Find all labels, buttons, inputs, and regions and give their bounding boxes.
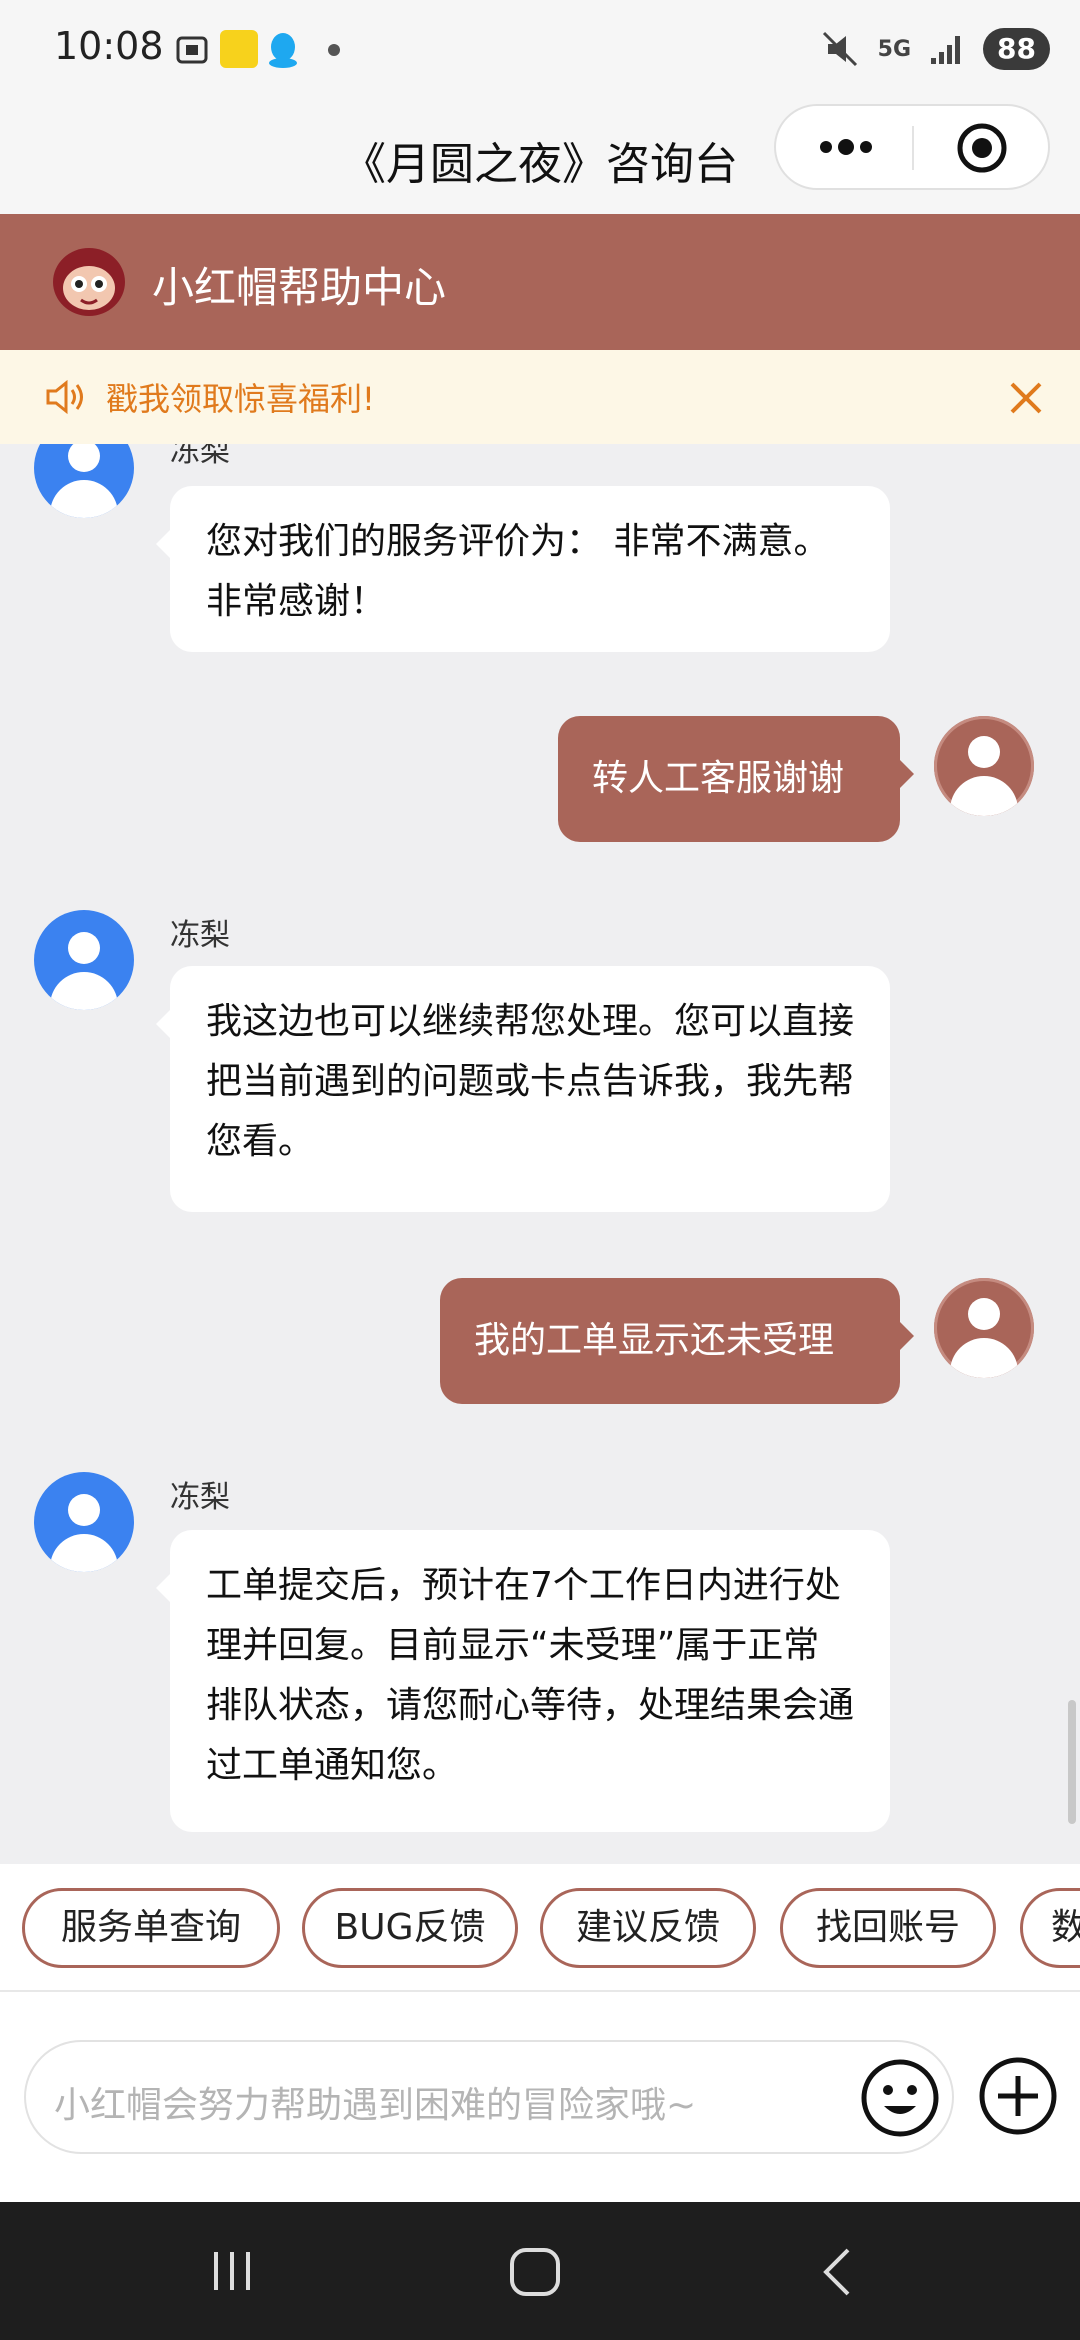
agent-name: 冻梨 xyxy=(170,444,230,469)
battery-level: 88 xyxy=(983,28,1050,70)
agent-avatar xyxy=(34,1472,134,1572)
miniprogram-capsule xyxy=(774,104,1050,190)
chip-recover-account[interactable]: 找回账号 xyxy=(780,1888,996,1968)
chip-bug-feedback[interactable]: BUG反馈 xyxy=(302,1888,518,1968)
mascot-logo xyxy=(53,248,125,316)
close-icon[interactable] xyxy=(1008,380,1044,416)
recent-apps-icon[interactable] xyxy=(208,2248,258,2294)
back-icon[interactable] xyxy=(818,2246,858,2298)
quick-actions: 服务单查询 BUG反馈 建议反馈 找回账号 数 xyxy=(0,1864,1080,1992)
help-center-title: 小红帽帮助中心 xyxy=(152,263,447,312)
emoji-icon[interactable] xyxy=(860,2058,940,2138)
network-type: 5G xyxy=(877,36,912,62)
agent-message: 我这边也可以继续帮您处理。您可以直接把当前遇到的问题或卡点告诉我，我先帮您看。 xyxy=(156,966,890,1212)
chip-service-order[interactable]: 服务单查询 xyxy=(22,1888,280,1968)
user-message: 转人工客服谢谢 xyxy=(558,716,914,842)
plus-icon[interactable] xyxy=(978,2056,1058,2136)
agent-avatar xyxy=(34,910,134,1010)
chip-more[interactable]: 数 xyxy=(1020,1888,1080,1968)
chat-scrollbar[interactable] xyxy=(1068,1700,1076,1824)
help-center-header: 小红帽帮助中心 xyxy=(0,214,1080,350)
message-input[interactable]: 小红帽会努力帮助遇到困难的冒险家哦~ xyxy=(24,2040,954,2154)
notice-banner[interactable]: 戳我领取惊喜福利! xyxy=(0,350,1080,444)
agent-name: 冻梨 xyxy=(170,918,230,953)
home-icon[interactable] xyxy=(508,2246,562,2298)
user-avatar xyxy=(934,716,1034,816)
mute-icon xyxy=(822,31,857,67)
agent-message: 工单提交后，预计在7个工作日内进行处理并回复。目前显示“未受理”属于正常排队状态… xyxy=(156,1530,890,1832)
status-bar: 10:08 5G 88 xyxy=(0,0,1080,100)
agent-avatar xyxy=(34,444,134,518)
miniprogram-titlebar: 《月圆之夜》咨询台 xyxy=(0,100,1080,214)
close-miniprogram-icon[interactable] xyxy=(956,122,1008,174)
user-avatar xyxy=(934,1278,1034,1378)
agent-name: 冻梨 xyxy=(170,1480,230,1515)
chat-area[interactable]: 冻梨 您对我们的服务评价为： 非常不满意。非常感谢！ 转人工客服谢谢 冻梨 我这… xyxy=(0,444,1080,1864)
notice-text[interactable]: 戳我领取惊喜福利! xyxy=(106,374,375,420)
user-message: 我的工单显示还未受理 xyxy=(440,1278,914,1404)
signal-icon xyxy=(931,36,961,64)
status-right: 5G 88 xyxy=(820,28,1050,70)
capsule-divider xyxy=(912,126,914,170)
agent-message: 您对我们的服务评价为： 非常不满意。非常感谢！ xyxy=(156,486,890,652)
app-badge-icon xyxy=(220,30,258,68)
chip-suggestion[interactable]: 建议反馈 xyxy=(540,1888,756,1968)
screenshot-icon xyxy=(176,36,208,64)
more-icon[interactable] xyxy=(816,132,876,162)
qq-icon xyxy=(269,33,297,68)
system-navbar xyxy=(0,2202,1080,2340)
input-bar: 小红帽会努力帮助遇到困难的冒险家哦~ xyxy=(0,1992,1080,2202)
speaker-icon xyxy=(46,379,83,415)
notification-dot-icon xyxy=(328,44,340,56)
input-placeholder: 小红帽会努力帮助遇到困难的冒险家哦~ xyxy=(54,2085,697,2126)
status-time: 10:08 xyxy=(54,24,164,68)
